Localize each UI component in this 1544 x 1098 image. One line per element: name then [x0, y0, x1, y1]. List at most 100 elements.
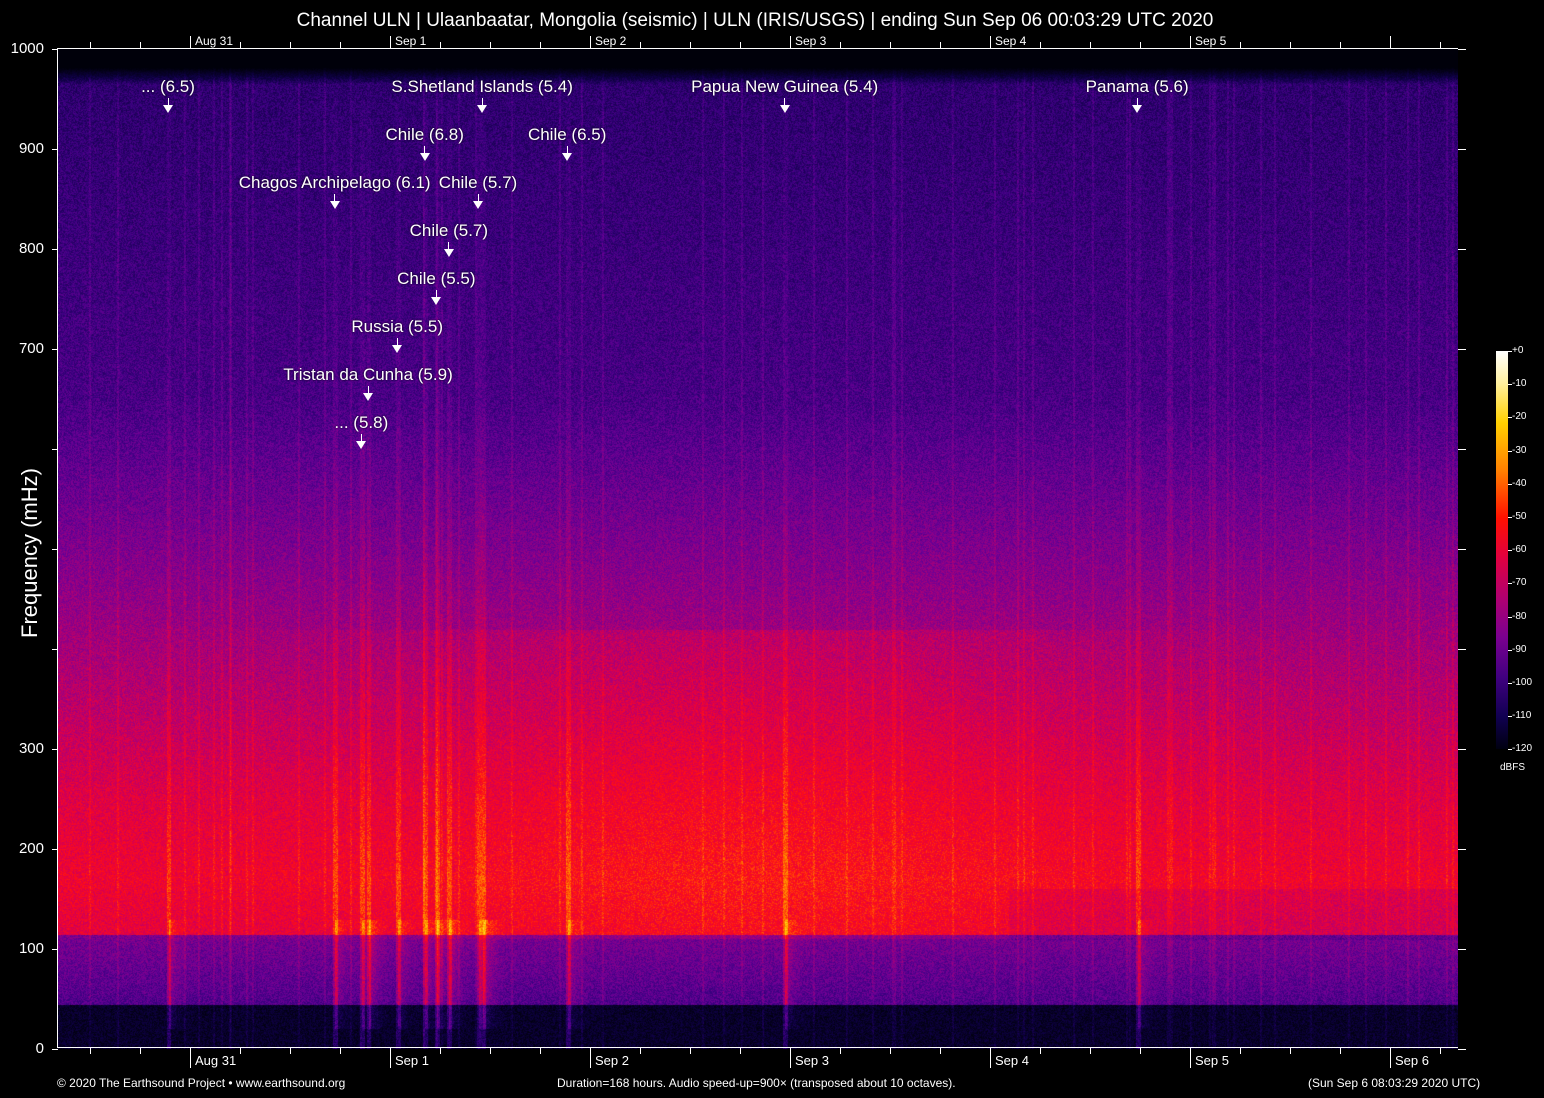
event-arrow-icon — [444, 249, 454, 257]
event-arrow-icon — [1132, 105, 1142, 113]
x-tick-top — [190, 36, 191, 49]
colorbar-tick-label: -90 — [1512, 644, 1526, 655]
x-tick-top — [1390, 36, 1391, 49]
x-day-label: Sep 3 — [795, 1053, 829, 1068]
y-tick-right — [1458, 349, 1466, 350]
x-tick-top — [1290, 42, 1291, 49]
x-day-label: Sep 5 — [1195, 1053, 1229, 1068]
y-tick-right — [1458, 49, 1466, 50]
y-tick-right — [1458, 449, 1466, 450]
event-arrow-icon — [356, 441, 366, 449]
event-label: Chile (5.5) — [397, 269, 475, 289]
x-tick — [840, 1048, 841, 1054]
colorbar-tick-label: -100 — [1512, 677, 1532, 688]
colorbar-tick-label: -70 — [1512, 577, 1526, 588]
event-label: Panama (5.6) — [1086, 77, 1189, 97]
x-tick — [640, 1048, 641, 1054]
x-tick — [1140, 1048, 1141, 1054]
x-tick-top — [840, 42, 841, 49]
x-tick — [240, 1048, 241, 1054]
x-tick — [340, 1048, 341, 1054]
event-label: Chile (5.7) — [410, 221, 488, 241]
x-tick-top — [140, 42, 141, 49]
colorbar-tick-label: -10 — [1512, 378, 1526, 389]
x-tick-top — [1440, 42, 1441, 49]
x-tick — [190, 1048, 191, 1068]
colorbar — [1496, 351, 1508, 749]
colorbar-tick-label: -30 — [1512, 445, 1526, 456]
colorbar-label: dBFS — [1500, 762, 1525, 773]
y-tick-right — [1458, 149, 1466, 150]
y-tick — [52, 1049, 58, 1050]
y-axis-label: Frequency (mHz) — [17, 453, 43, 653]
x-tick — [790, 1048, 791, 1068]
x-tick — [290, 1048, 291, 1054]
y-tick-right — [1458, 849, 1466, 850]
colorbar-tick-label: -40 — [1512, 478, 1526, 489]
y-tick-right — [1458, 649, 1466, 650]
event-arrow-icon — [163, 105, 173, 113]
x-tick — [690, 1048, 691, 1054]
x-tick-top — [1340, 42, 1341, 49]
y-tick-right — [1458, 749, 1466, 750]
event-arrow-icon — [780, 105, 790, 113]
colorbar-tick-label: -120 — [1512, 743, 1532, 754]
x-tick — [140, 1048, 141, 1054]
event-arrow-icon — [562, 153, 572, 161]
x-tick — [740, 1048, 741, 1054]
x-tick — [390, 1048, 391, 1068]
y-tick-label: 800 — [0, 240, 44, 257]
y-tick — [52, 349, 58, 350]
x-tick-top — [1190, 36, 1191, 49]
y-tick — [52, 249, 58, 250]
event-label: Chile (5.7) — [439, 173, 517, 193]
y-tick — [52, 649, 58, 650]
y-tick-right — [1458, 549, 1466, 550]
x-tick — [540, 1048, 541, 1054]
x-day-label-top: Sep 5 — [1195, 34, 1226, 48]
x-tick-top — [690, 42, 691, 49]
x-tick-top — [390, 36, 391, 49]
footer-timestamp: (Sun Sep 6 08:03:29 2020 UTC) — [1308, 1076, 1480, 1090]
y-tick — [52, 949, 58, 950]
x-tick-top — [890, 42, 891, 49]
event-label: Russia (5.5) — [351, 317, 443, 337]
x-tick — [1290, 1048, 1291, 1054]
chart-title: Channel ULN | Ulaanbaatar, Mongolia (sei… — [0, 10, 1510, 32]
x-tick-top — [1140, 42, 1141, 49]
x-tick-top — [1090, 42, 1091, 49]
x-tick — [490, 1048, 491, 1054]
event-arrow-icon — [473, 201, 483, 209]
x-tick — [1040, 1048, 1041, 1054]
footer-duration: Duration=168 hours. Audio speed-up=900× … — [557, 1076, 956, 1090]
y-tick-label: 900 — [0, 140, 44, 157]
colorbar-tick-label: -80 — [1512, 611, 1526, 622]
x-tick — [440, 1048, 441, 1054]
x-tick-top — [540, 42, 541, 49]
event-label: ... (6.5) — [141, 77, 195, 97]
x-day-label-top: Sep 3 — [795, 34, 826, 48]
x-tick-top — [1040, 42, 1041, 49]
x-tick-top — [290, 42, 291, 49]
event-arrow-icon — [363, 393, 373, 401]
x-tick-top — [1240, 42, 1241, 49]
y-tick — [52, 549, 58, 550]
plot-frame — [57, 48, 1458, 1048]
event-label: Papua New Guinea (5.4) — [691, 77, 878, 97]
event-label: ... (5.8) — [334, 413, 388, 433]
y-tick — [52, 149, 58, 150]
x-tick — [1090, 1048, 1091, 1054]
event-label: Chagos Archipelago (6.1) — [239, 173, 431, 193]
x-tick-top — [940, 42, 941, 49]
y-tick-right — [1458, 949, 1466, 950]
x-day-label: Aug 31 — [195, 1053, 236, 1068]
event-arrow-icon — [420, 153, 430, 161]
x-tick-top — [490, 42, 491, 49]
x-tick-top — [240, 42, 241, 49]
event-arrow-icon — [431, 297, 441, 305]
event-label: Chile (6.8) — [385, 125, 463, 145]
colorbar-tick-label: +0 — [1512, 345, 1523, 356]
y-tick — [52, 749, 58, 750]
footer-copyright: © 2020 The Earthsound Project • www.eart… — [57, 1076, 345, 1090]
x-tick-top — [640, 42, 641, 49]
